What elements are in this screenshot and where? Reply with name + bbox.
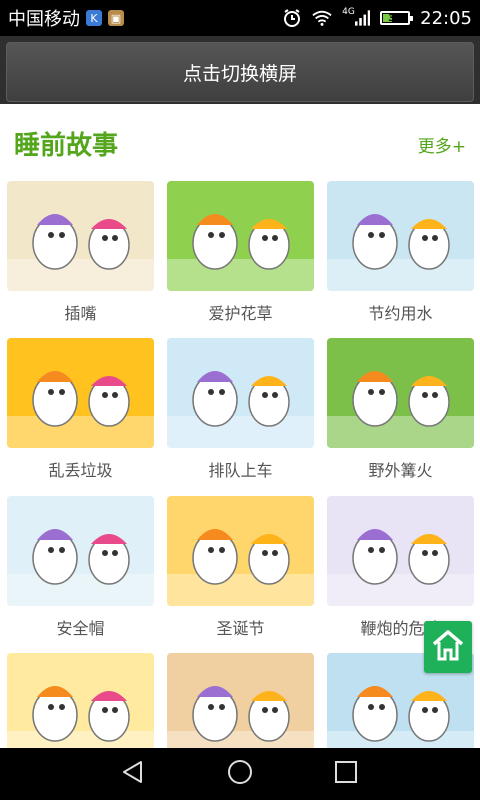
home-button[interactable]	[424, 621, 472, 673]
story-thumbnail	[7, 181, 154, 291]
story-thumbnail	[7, 653, 154, 763]
story-grid: 插嘴 爱护花草 节约用水乱丢垃圾 排队上车 野外篝火安全帽 圣诞节 鞭炮的危险	[0, 0, 480, 800]
story-title: 安全帽	[56, 619, 105, 638]
story-card[interactable]: 鞭炮的危险	[327, 496, 474, 639]
story-title: 野外篝火	[368, 461, 433, 480]
back-button[interactable]	[93, 748, 173, 800]
recents-button[interactable]	[306, 748, 386, 800]
story-thumbnail	[7, 496, 154, 606]
story-title: 插嘴	[64, 304, 97, 323]
story-thumbnail	[7, 338, 154, 448]
story-card[interactable]: 野外篝火	[327, 338, 474, 481]
story-card[interactable]: 乱丢垃圾	[7, 338, 154, 481]
story-title: 圣诞节	[216, 619, 265, 638]
story-thumbnail	[327, 338, 474, 448]
story-title: 节约用水	[368, 304, 433, 323]
story-card[interactable]: 爱护花草	[167, 181, 314, 324]
story-card[interactable]: 节约用水	[327, 181, 474, 324]
story-card[interactable]: 圣诞节	[167, 496, 314, 639]
story-thumbnail	[167, 338, 314, 448]
story-card[interactable]: 安全帽	[7, 496, 154, 639]
story-card[interactable]: 插嘴	[7, 181, 154, 324]
story-thumbnail	[167, 181, 314, 291]
story-thumbnail	[327, 181, 474, 291]
story-thumbnail	[327, 496, 474, 606]
story-thumbnail	[167, 653, 314, 763]
story-thumbnail	[167, 496, 314, 606]
home-nav-button[interactable]	[200, 748, 280, 800]
house-icon	[430, 628, 466, 666]
home-circle-icon	[226, 758, 254, 790]
story-card[interactable]: 排队上车	[167, 338, 314, 481]
story-title: 乱丢垃圾	[48, 461, 113, 480]
story-title: 排队上车	[208, 461, 273, 480]
recents-icon	[334, 760, 358, 788]
story-title: 爱护花草	[208, 304, 273, 323]
system-nav-bar	[0, 748, 480, 800]
back-icon	[120, 759, 146, 789]
